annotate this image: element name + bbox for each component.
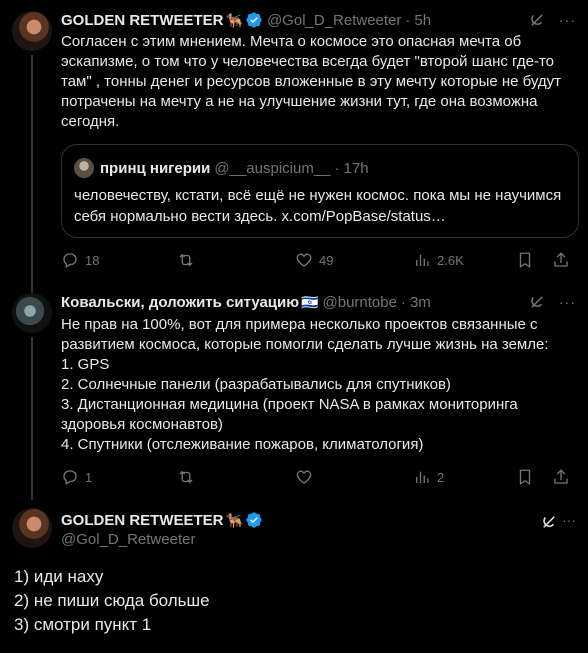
grok-icon[interactable] (528, 293, 546, 311)
tweet-header: Ковальски, доложить ситуацию 🇮🇱 @burntob… (61, 292, 576, 312)
quoted-author-handle: @__auspicium__ (214, 159, 331, 177)
author-name[interactable]: GOLDEN RETWEETER (61, 512, 224, 529)
author-handle[interactable]: @Gol_D_Retweeter (267, 12, 401, 29)
share-button[interactable] (552, 468, 576, 486)
bookmark-icon (519, 469, 531, 486)
more-options-icon[interactable]: ··· (559, 12, 576, 28)
quoted-timestamp: 17h (343, 159, 369, 177)
views-count: 2.6K (437, 252, 464, 268)
views-button[interactable]: 2.6K (413, 251, 464, 269)
tweet-1[interactable]: GOLDEN RETWEETER 🐕‍🦺 @Gol_D_Retweeter · … (0, 0, 588, 293)
reply-count: 1 (85, 469, 93, 485)
grok-icon[interactable] (528, 11, 546, 29)
like-button[interactable] (295, 468, 319, 486)
tweet-text: Согласен с этим мнением. Мечта о космосе… (61, 33, 566, 130)
share-icon (554, 469, 568, 484)
reply-tweet[interactable]: GOLDEN RETWEETER 🐕‍🦺 @Gol_D_Retweeter ··… (0, 496, 588, 653)
author-handle[interactable]: @burntobe (323, 294, 397, 311)
bookmark-button[interactable] (516, 468, 540, 486)
verified-badge-icon (246, 12, 262, 28)
author-emoji: 🐕‍🦺 (225, 11, 243, 28)
quoted-author-name: принц нигерии (100, 159, 211, 177)
bookmark-button[interactable] (516, 251, 540, 269)
views-icon (416, 254, 429, 266)
quoted-tweet-text: человечеству, кстати, всё ещё не нужен к… (74, 187, 562, 225)
quoted-avatar (74, 158, 94, 178)
author-name[interactable]: Ковальски, доложить ситуацию (61, 294, 299, 311)
like-count: 49 (319, 252, 334, 268)
reply-button[interactable]: 18 (61, 251, 99, 269)
tweet-actions: 18 49 2.6K (61, 250, 576, 270)
author-emoji: 🐕‍🦺 (225, 511, 243, 528)
thread-connector (31, 337, 33, 500)
tweet-2[interactable]: Ковальски, доложить ситуацию 🇮🇱 @burntob… (0, 288, 588, 500)
author-handle[interactable]: @Gol_D_Retweeter (61, 531, 195, 548)
share-icon (554, 252, 568, 267)
heart-icon (296, 470, 312, 484)
reply-text: 1) иди наху 2) не пиши сюда больше 3) см… (14, 567, 210, 634)
avatar[interactable] (12, 11, 52, 51)
more-options-icon[interactable]: ··· (562, 512, 576, 528)
author-name[interactable]: GOLDEN RETWEETER (61, 12, 224, 29)
retweet-icon (179, 470, 193, 484)
reply-icon (63, 253, 77, 268)
retweet-button[interactable] (177, 251, 201, 269)
timestamp[interactable]: 3m (410, 294, 431, 311)
quoted-tweet-header: принц нигерии @__auspicium__ · 17h (74, 158, 369, 178)
separator-dot: · (405, 11, 411, 29)
verified-badge-icon (246, 512, 262, 528)
like-button[interactable]: 49 (295, 251, 333, 269)
grok-icon[interactable] (540, 513, 558, 531)
reply-button[interactable]: 1 (61, 468, 92, 486)
reply-icon (63, 470, 77, 485)
heart-icon (296, 253, 312, 267)
tweet-actions: 1 2 (61, 467, 576, 487)
tweet-header: GOLDEN RETWEETER 🐕‍🦺 @Gol_D_Retweeter · … (61, 10, 576, 30)
share-button[interactable] (552, 251, 576, 269)
reply-count: 18 (85, 252, 100, 268)
timestamp[interactable]: 5h (414, 12, 431, 29)
separator-dot: · (400, 293, 406, 311)
tweet-thread: GOLDEN RETWEETER 🐕‍🦺 @Gol_D_Retweeter · … (0, 0, 588, 653)
separator-dot: · (334, 159, 340, 177)
tweet-text: Не прав на 100%, вот для примера несколь… (61, 316, 549, 453)
reply-author-row: GOLDEN RETWEETER 🐕‍🦺 (61, 510, 263, 530)
retweet-icon (179, 253, 193, 267)
thread-connector (31, 55, 33, 293)
quoted-tweet[interactable]: принц нигерии @__auspicium__ · 17h челов… (61, 144, 579, 238)
retweet-button[interactable] (177, 468, 201, 486)
more-options-icon[interactable]: ··· (559, 294, 576, 310)
avatar[interactable] (12, 508, 52, 548)
avatar[interactable] (12, 293, 52, 333)
author-emoji: 🇮🇱 (301, 293, 319, 310)
views-count: 2 (437, 469, 445, 485)
views-icon (416, 471, 429, 483)
views-button[interactable]: 2 (413, 468, 444, 486)
bookmark-icon (519, 252, 531, 269)
